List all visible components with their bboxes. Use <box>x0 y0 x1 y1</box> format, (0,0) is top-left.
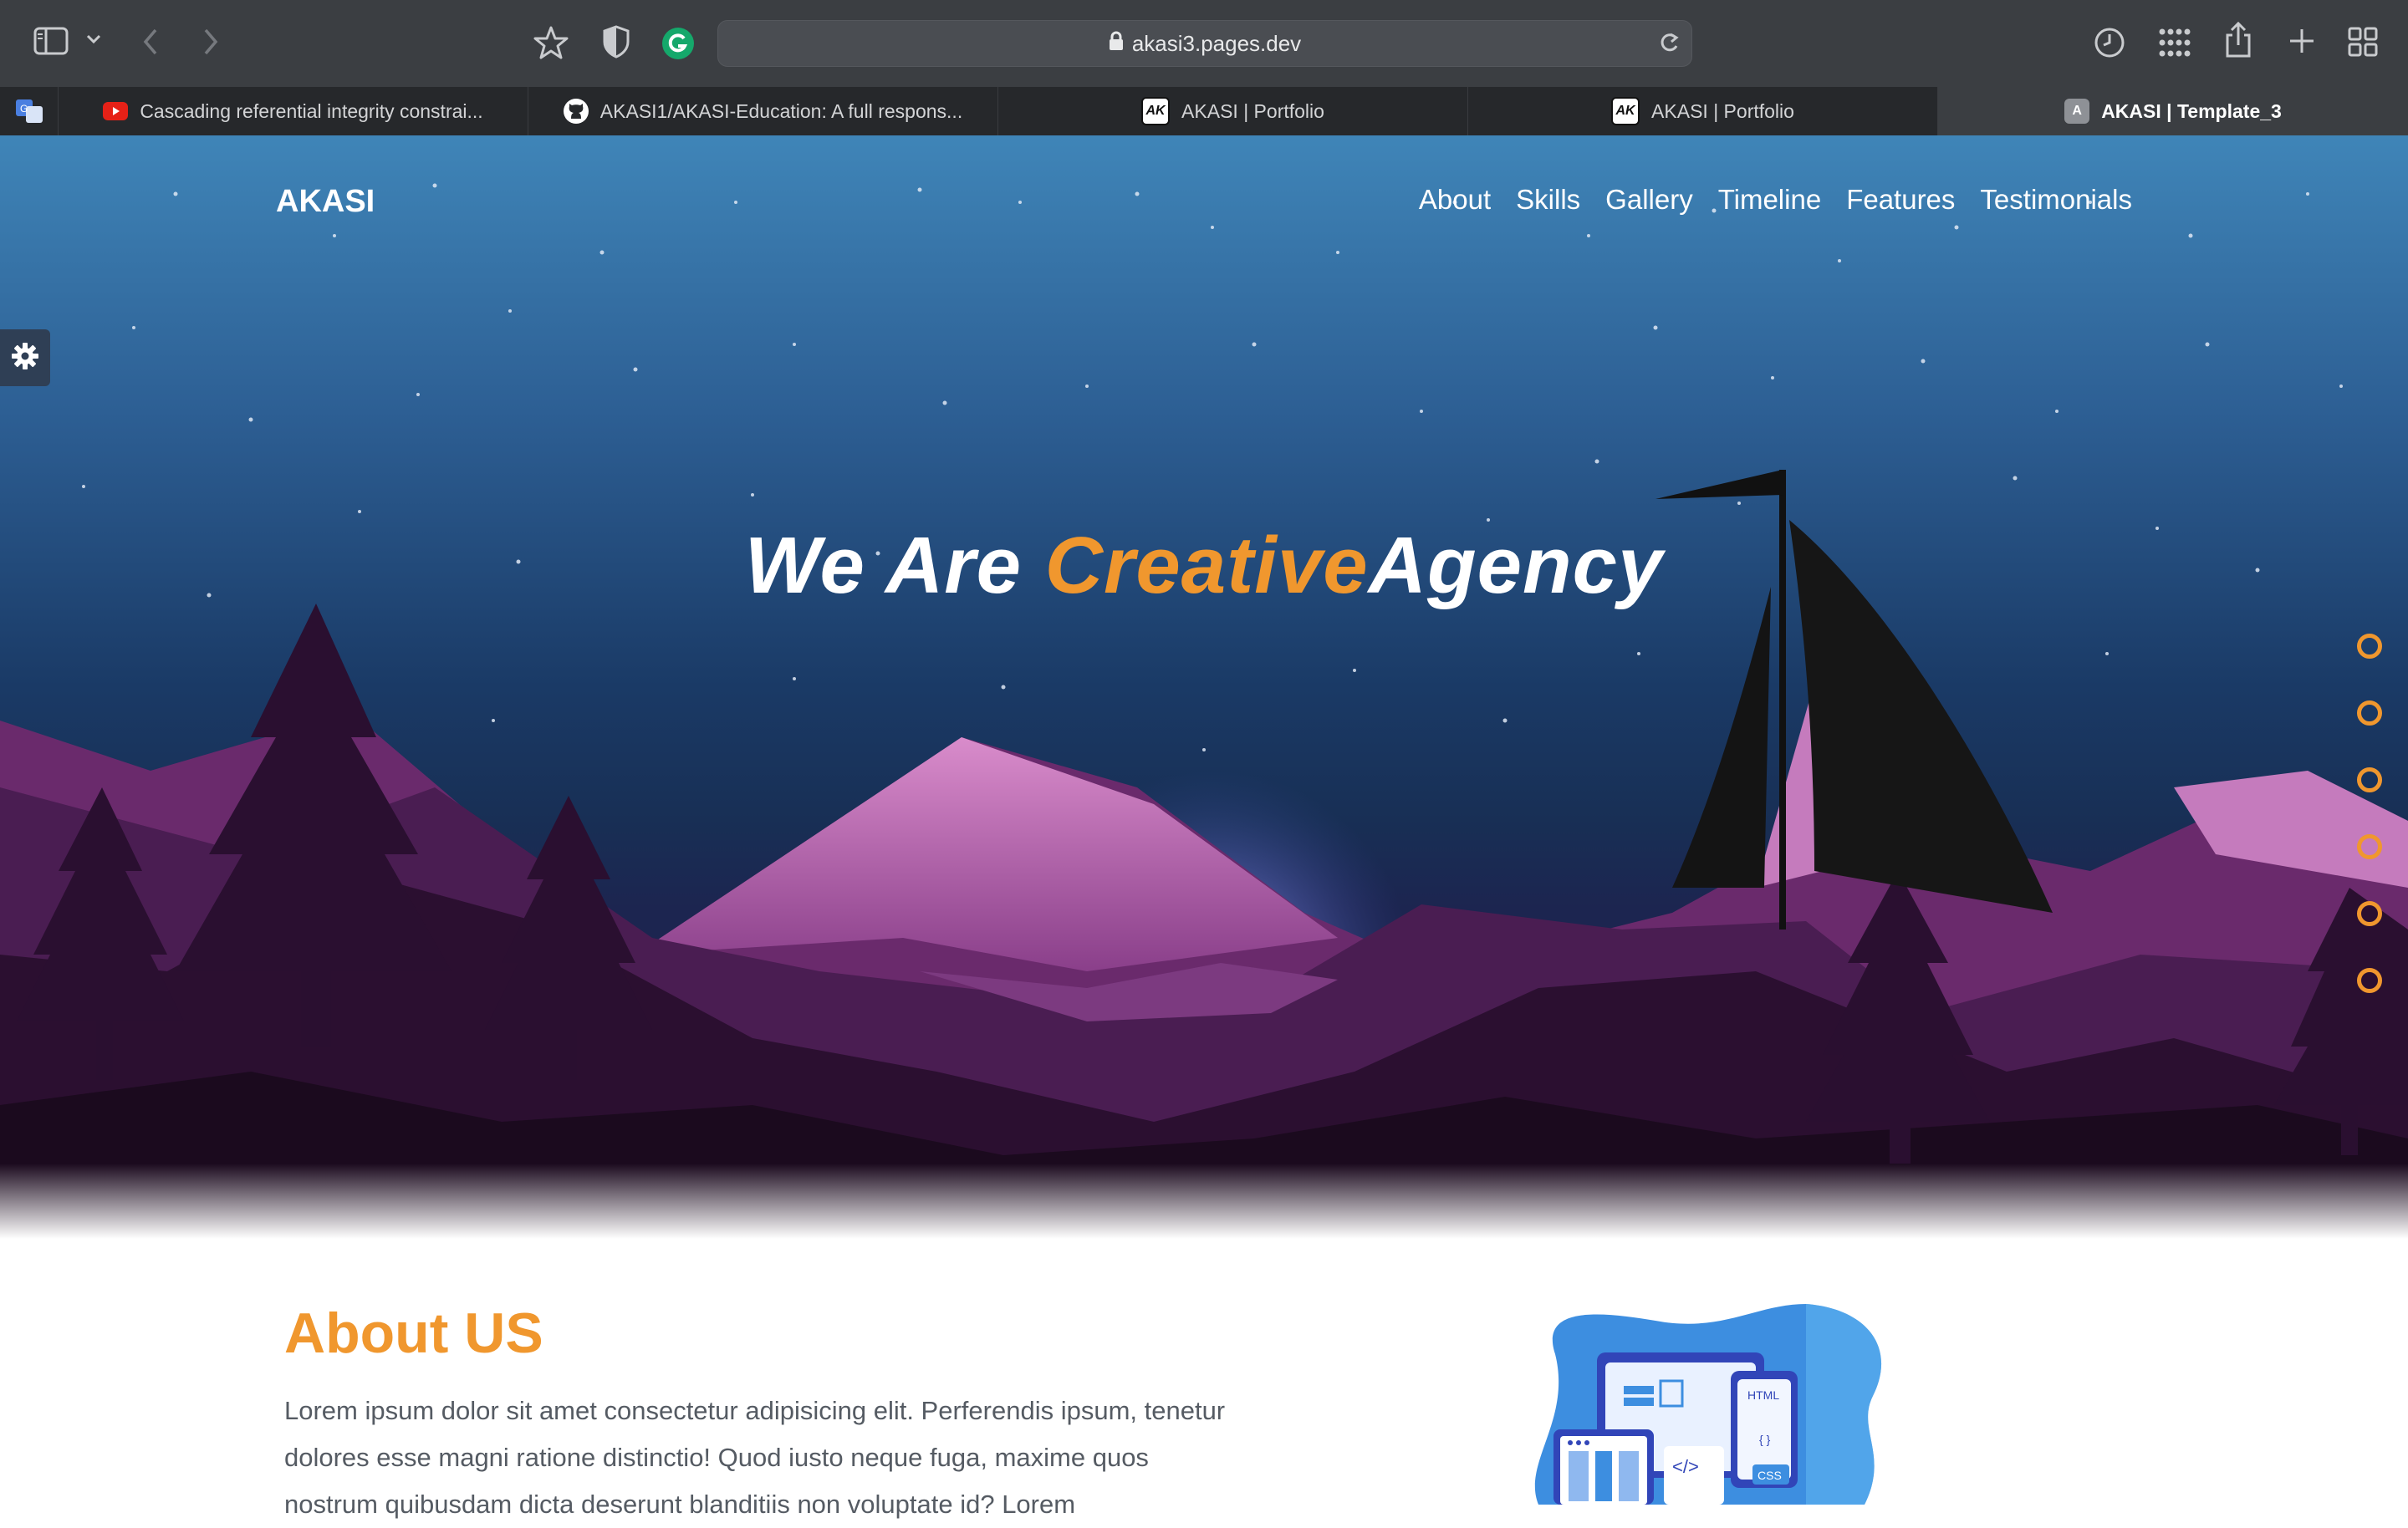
ak-logo-icon: AK <box>1141 97 1171 125</box>
translate-extension-icon[interactable]: G <box>0 87 59 135</box>
chevron-down-icon[interactable] <box>85 33 102 45</box>
main-nav: About Skills Gallery Timeline Features T… <box>1419 184 2132 216</box>
tab-label: AKASI1/AKASI-Education: A full respons..… <box>599 99 963 122</box>
hero-headline: We Are CreativeAgency <box>0 520 2408 612</box>
section-dot[interactable] <box>2357 968 2382 993</box>
nav-gallery[interactable]: Gallery <box>1605 184 1693 216</box>
apps-grid-icon[interactable] <box>2159 28 2191 57</box>
section-dot[interactable] <box>2357 700 2382 726</box>
share-icon[interactable] <box>2224 22 2252 59</box>
nav-testimonials[interactable]: Testimonials <box>1980 184 2132 216</box>
browser-toolbar: akasi3.pages.dev <box>0 0 2408 88</box>
tab-bar: G Cascading referential integrity constr… <box>0 87 2408 136</box>
tab-overview-icon[interactable] <box>2348 27 2378 57</box>
section-dot[interactable] <box>2357 634 2382 659</box>
tab-label: AKASI | Portfolio <box>1181 99 1324 122</box>
lock-icon <box>1109 31 1124 57</box>
back-arrow-icon[interactable] <box>140 27 161 57</box>
tab-youtube[interactable]: Cascading referential integrity constrai… <box>59 87 528 135</box>
settings-toggle-button[interactable] <box>0 329 50 386</box>
github-icon <box>563 99 589 124</box>
new-tab-plus-icon[interactable] <box>2288 27 2316 55</box>
headline-suffix: Agency <box>1368 521 1664 610</box>
tab-github[interactable]: AKASI1/AKASI-Education: A full respons..… <box>528 87 998 135</box>
headline-accent: Creative <box>1044 521 1369 610</box>
tab-label: AKASI | Portfolio <box>1651 99 1794 122</box>
about-title: About US <box>284 1301 543 1365</box>
ak-logo-icon: AK <box>1611 97 1640 125</box>
forward-arrow-icon[interactable] <box>201 27 221 57</box>
tab-template-3[interactable]: A AKASI | Template_3 <box>1938 87 2408 135</box>
grammarly-extension-icon[interactable] <box>661 27 695 60</box>
css-label: CSS <box>1758 1469 1782 1482</box>
youtube-icon <box>103 99 129 124</box>
about-paragraph: Lorem ipsum dolor sit amet consectetur a… <box>284 1396 1226 1519</box>
tab-portfolio-1[interactable]: AK AKASI | Portfolio <box>998 87 1468 135</box>
svg-text:G: G <box>20 103 28 115</box>
privacy-shield-icon[interactable] <box>602 25 630 59</box>
hero-section: AKASI About Skills Gallery Timeline Feat… <box>0 135 2408 1239</box>
nav-timeline[interactable]: Timeline <box>1718 184 1821 216</box>
code-tag-label: </> <box>1672 1456 1699 1477</box>
gear-icon <box>11 342 39 374</box>
html-label: HTML <box>1747 1388 1779 1402</box>
headline-prefix: We Are <box>744 521 1045 610</box>
braces-label: { } <box>1759 1433 1771 1446</box>
nav-about[interactable]: About <box>1419 184 1491 216</box>
section-dot[interactable] <box>2357 901 2382 926</box>
hero-landscape-illustration <box>0 183 2408 1239</box>
site-brand-logo[interactable]: AKASI <box>276 184 375 220</box>
web-development-illustration: HTML { } </> CSS <box>1505 1287 1906 1509</box>
tab-label: AKASI | Template_3 <box>2101 99 2282 122</box>
sidebar-toggle-icon[interactable] <box>33 27 69 55</box>
tab-portfolio-2[interactable]: AK AKASI | Portfolio <box>1468 87 1938 135</box>
section-dot[interactable] <box>2357 767 2382 792</box>
url-text: akasi3.pages.dev <box>1131 30 1302 56</box>
section-dots-nav <box>2357 634 2382 1035</box>
bookmark-star-icon[interactable] <box>533 25 569 60</box>
reload-icon[interactable] <box>1658 31 1680 60</box>
nav-features[interactable]: Features <box>1846 184 1955 216</box>
a-letter-icon: A <box>2064 99 2090 124</box>
nav-skills[interactable]: Skills <box>1516 184 1580 216</box>
section-dot[interactable] <box>2357 834 2382 859</box>
history-clock-icon[interactable] <box>2094 27 2125 59</box>
address-bar[interactable]: akasi3.pages.dev <box>717 20 1692 67</box>
tab-label: Cascading referential integrity constrai… <box>140 99 483 122</box>
